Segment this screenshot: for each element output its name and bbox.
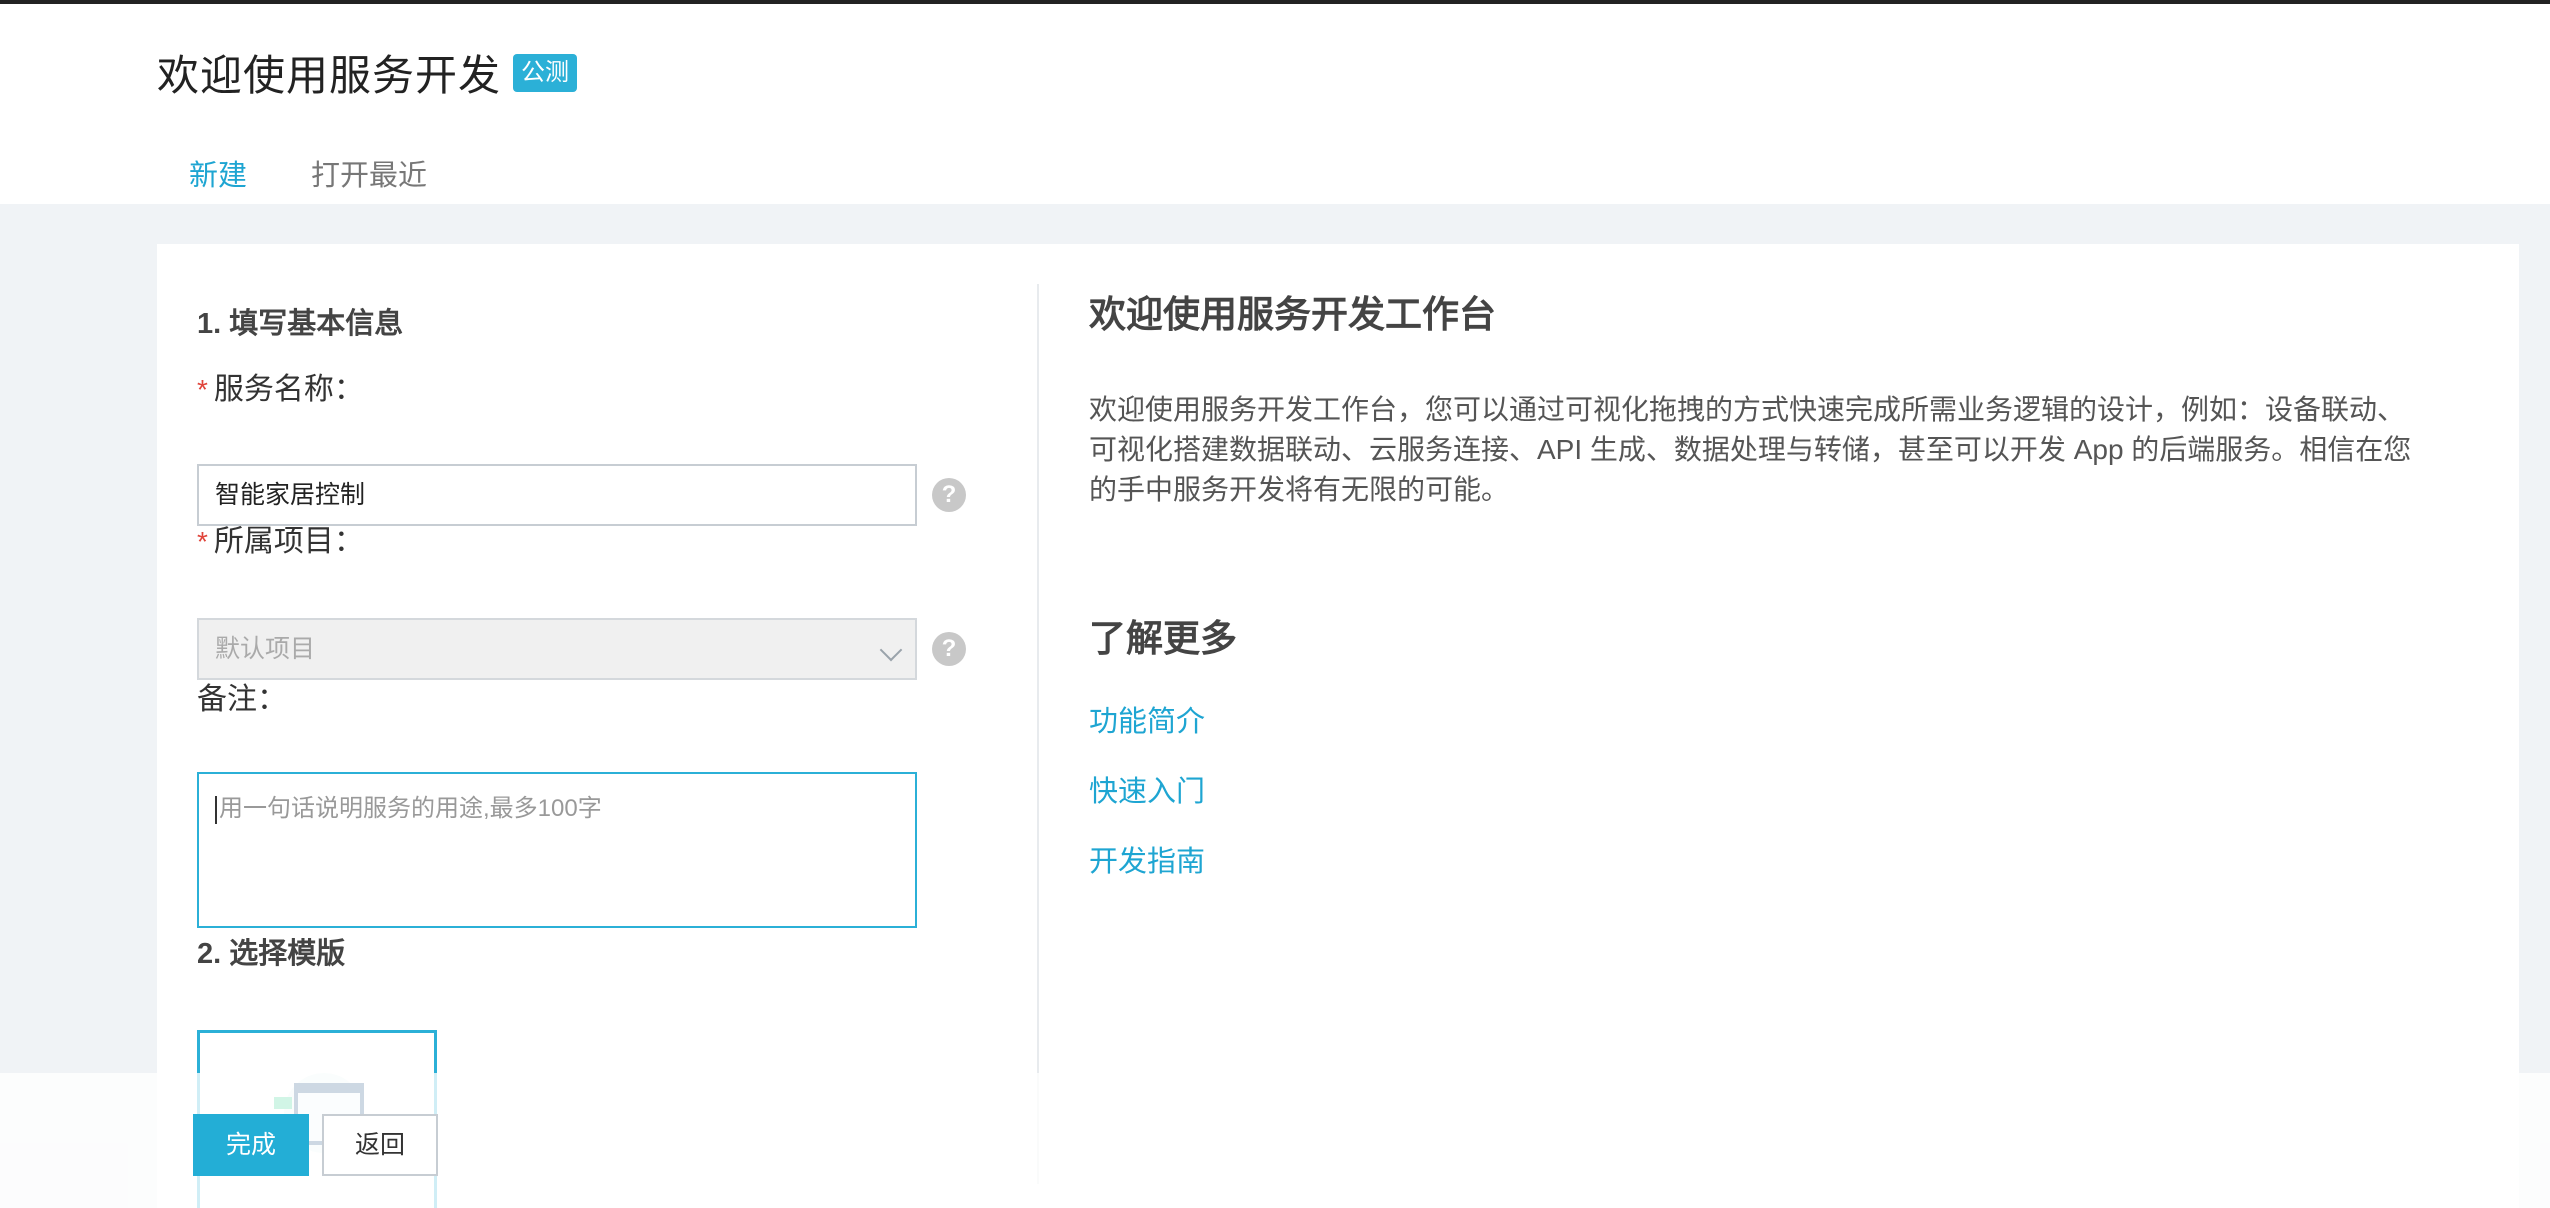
link-dev-guide[interactable]: 开发指南	[1089, 838, 2489, 880]
tab-new[interactable]: 新建	[157, 154, 280, 208]
help-icon[interactable]: ?	[932, 632, 966, 666]
form-pane: 1. 填写基本信息 * 服务名称： 智能家居控制 ? * 所属项目： 默认项目 ? …	[197, 284, 1017, 1208]
remark-label: 备注：	[197, 683, 287, 716]
project-select[interactable]: 默认项目	[197, 618, 917, 680]
section-basic-info-title: 1. 填写基本信息	[197, 308, 404, 340]
link-quick-start[interactable]: 快速入门	[1089, 768, 2489, 810]
required-mark: *	[197, 526, 208, 557]
info-description: 欢迎使用服务开发工作台，您可以通过可视化拖拽的方式快速完成所需业务逻辑的设计，例…	[1089, 394, 2412, 505]
main-card: 1. 填写基本信息 * 服务名称： 智能家居控制 ? * 所属项目： 默认项目 ? …	[157, 244, 2519, 1208]
required-mark: *	[197, 374, 208, 405]
remark-textarea[interactable]: 用一句话说明服务的用途,最多100字	[197, 772, 917, 928]
vertical-divider	[1037, 284, 1039, 1184]
info-pane: 欢迎使用服务开发工作台 欢迎使用服务开发工作台，您可以通过可视化拖拽的方式快速完…	[1089, 284, 2489, 880]
remark-placeholder: 用一句话说明服务的用途,最多100字	[219, 795, 602, 822]
beta-badge: 公测	[513, 53, 578, 92]
section-template-title: 2. 选择模版	[197, 938, 346, 970]
tab-open-recent[interactable]: 打开最近	[279, 154, 459, 208]
text-cursor	[215, 795, 217, 824]
done-button[interactable]: 完成	[193, 1114, 309, 1176]
help-icon[interactable]: ?	[932, 478, 966, 512]
title-wrap: 欢迎使用服务开发 公测	[157, 42, 578, 103]
back-button[interactable]: 返回	[322, 1114, 438, 1176]
project-select-value: 默认项目	[215, 635, 316, 663]
service-name-label-text: 服务名称：	[213, 373, 364, 406]
chevron-down-icon	[879, 638, 903, 662]
link-feature-intro[interactable]: 功能简介	[1089, 698, 2489, 740]
info-title: 欢迎使用服务开发工作台	[1089, 294, 1496, 335]
tab-bar: 新建 打开最近	[157, 154, 459, 208]
page-title: 欢迎使用服务开发	[157, 52, 502, 99]
project-label-text: 所属项目：	[213, 525, 364, 558]
service-name-label: * 服务名称：	[197, 364, 364, 408]
learn-more-title: 了解更多	[1089, 618, 1237, 659]
project-label: * 所属项目：	[197, 516, 364, 560]
page-header: 欢迎使用服务开发 公测 新建 打开最近	[0, 4, 2550, 208]
